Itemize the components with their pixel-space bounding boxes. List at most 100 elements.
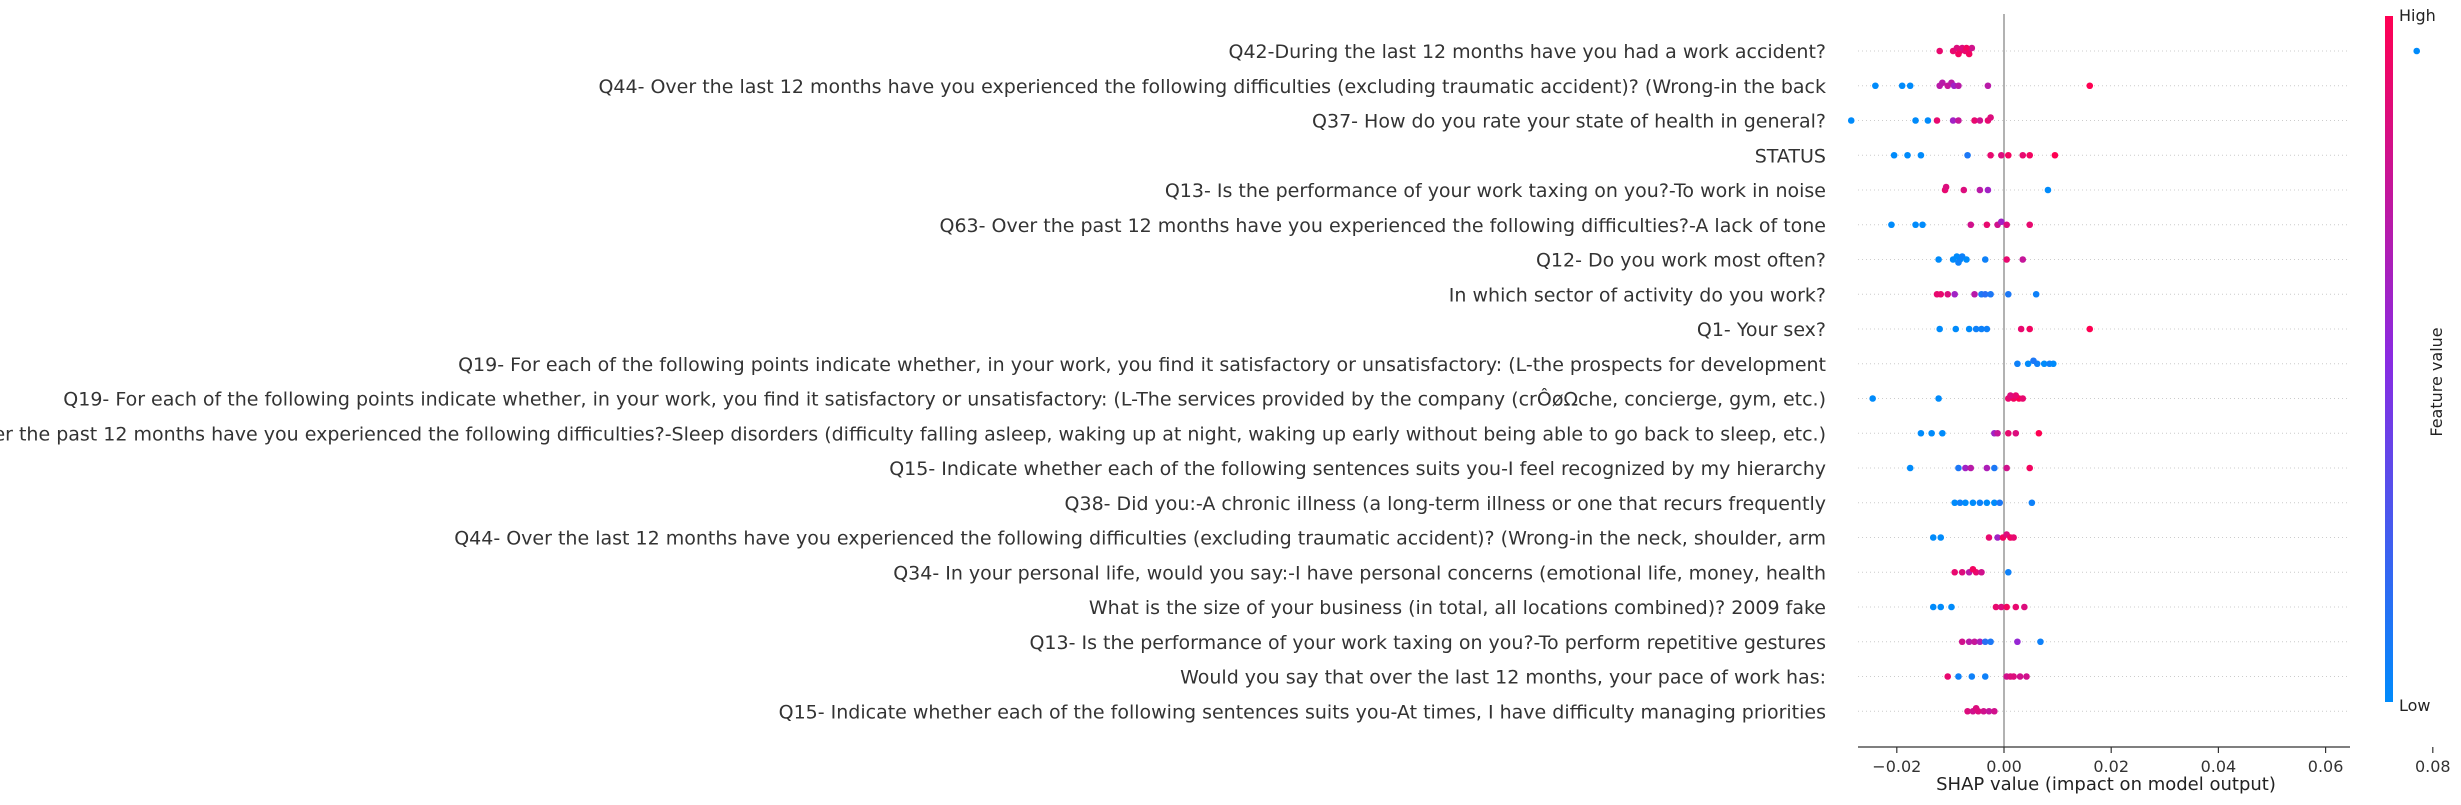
feature-label: Q15- Indicate whether each of the follow… (779, 701, 1826, 723)
feature-label: Q19- For each of the following points in… (458, 354, 1826, 376)
shap-point (1948, 603, 1955, 611)
shap-point (1984, 186, 1992, 194)
feature-label: Q1- Your sex? (1697, 319, 1826, 341)
shap-point (1964, 151, 1971, 159)
feature-label: Q13- Is the performance of your work tax… (1029, 632, 1826, 654)
shap-point (1951, 568, 1958, 576)
shap-point (1847, 117, 1855, 124)
shap-point (2003, 603, 2010, 611)
shap-point (2003, 464, 2010, 472)
shap-point (2017, 325, 2025, 333)
shap-point (1933, 117, 1941, 124)
shap-point (1983, 325, 1991, 333)
shap-point (1928, 429, 1935, 437)
shap-point (1983, 464, 1991, 472)
shap-point (1998, 151, 2005, 159)
shap-point (2019, 256, 2027, 263)
shap-point (2044, 186, 2052, 194)
shap-point (2051, 151, 2059, 159)
shap-point (2026, 464, 2034, 472)
shap-point (1981, 673, 1989, 680)
feature-label: Q42-During the last 12 months have you h… (1229, 41, 1826, 63)
shap-point (1929, 534, 1937, 541)
shap-point (2019, 395, 2027, 402)
shap-point (1924, 117, 1932, 124)
shap-point (1952, 325, 1960, 333)
shap-point (2026, 151, 2034, 159)
feature-label: Q37- How do you rate your state of healt… (1312, 111, 1826, 133)
feature-label: Q13- Is the performance of your work tax… (1165, 180, 1826, 202)
shap-point (1936, 47, 1943, 55)
shap-point (1955, 82, 1962, 90)
shap-point (1984, 82, 1992, 90)
shap-point (1991, 464, 1998, 472)
shap-point (1971, 290, 1978, 298)
shap-point (2010, 534, 2017, 541)
shap-point (1987, 290, 1994, 298)
shap-point (1963, 44, 1970, 52)
shap-point (1872, 82, 1879, 90)
feature-label: What is the size of your business (in to… (1089, 597, 1826, 619)
shap-point (1919, 221, 1926, 229)
colorbar-low-label: Low (2399, 696, 2431, 715)
shap-point (1967, 464, 1975, 472)
shap-point (2026, 221, 2034, 229)
x-axis-title: SHAP value (impact on model output) (1936, 774, 2276, 795)
shap-point (1985, 534, 1993, 541)
shap-point (2012, 392, 2020, 399)
shap-point (2014, 360, 2021, 368)
shap-point (1969, 565, 1977, 573)
feature-label: Would you say that over the last 12 mont… (1180, 667, 1826, 689)
shap-point (1976, 117, 1984, 124)
feature-label: Q44- Over the last 12 months have you ex… (598, 76, 1826, 98)
data-points (1847, 44, 2421, 715)
shap-point (2016, 673, 2024, 680)
shap-point (1976, 186, 1984, 194)
shap-point (1991, 707, 1998, 715)
shap-point (2004, 429, 2012, 437)
shap-point (2014, 638, 2021, 646)
shap-point (1939, 429, 1946, 437)
colorbar-title: Feature value (2427, 327, 2446, 436)
shap-point (1955, 50, 1962, 58)
colorbar: High Low Feature value (2385, 6, 2446, 715)
x-tick-label: −0.02 (1872, 757, 1921, 776)
shap-point (1935, 256, 1942, 263)
shap-point (1917, 429, 1925, 437)
shap-point (1935, 395, 1942, 402)
feature-label: Q19- For each of the following points in… (63, 387, 1826, 411)
shap-point (2012, 429, 2020, 437)
shap-point (1955, 117, 1962, 124)
shap-point (1944, 290, 1952, 298)
shap-point (2007, 673, 2014, 680)
shap-point (1981, 256, 1989, 263)
shap-point (1904, 151, 1911, 159)
shap-point (1898, 82, 1906, 90)
feature-label: Q34- In your personal life, would you sa… (893, 562, 1826, 584)
shap-point (1942, 183, 1950, 191)
feature-label: Q63- Over the past 12 months have you ex… (939, 215, 1826, 237)
shap-point (1987, 638, 1994, 646)
feature-label: STATUS (1755, 145, 1826, 167)
shap-point (1962, 499, 1969, 507)
shap-point (1983, 499, 1991, 507)
shap-point (1965, 325, 1973, 333)
shap-point (1937, 534, 1945, 541)
shap-point (2030, 357, 2037, 365)
shap-point (2012, 603, 2020, 611)
feature-label: Q63- Over the past 12 months have you ex… (0, 423, 1826, 445)
shap-point (1963, 256, 1970, 263)
shap-point (1929, 603, 1937, 611)
shap-point (1937, 290, 1945, 298)
shap-point (1969, 499, 1977, 507)
shap-point (1987, 114, 1994, 121)
feature-label: Q12- Do you work most often? (1536, 250, 1826, 272)
shap-point (1955, 259, 1962, 266)
shap-point (2003, 256, 2010, 263)
shap-point (2026, 325, 2034, 333)
shap-point (1937, 603, 1945, 611)
shap-point (1978, 568, 1985, 576)
feature-label: Q38- Did you:-A chronic illness (a long-… (1065, 493, 1826, 515)
shap-summary-chart: Q42-During the last 12 months have you h… (0, 6, 2451, 795)
shap-point (1958, 638, 1966, 646)
